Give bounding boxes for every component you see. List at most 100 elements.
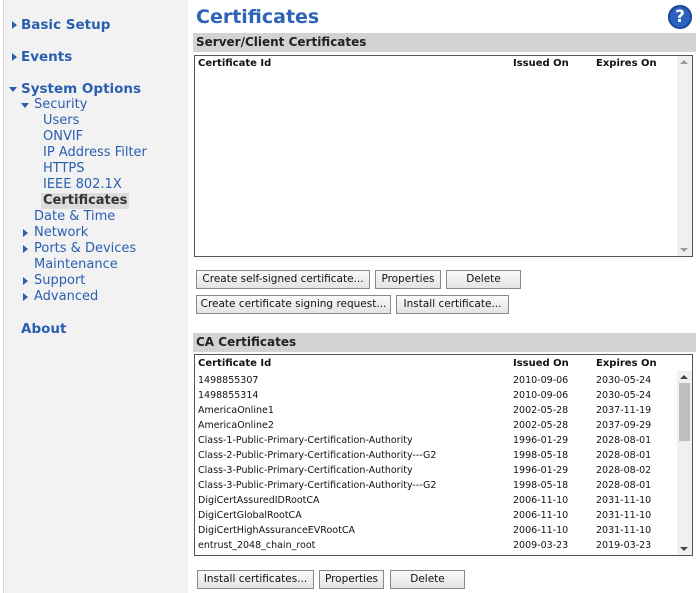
cell-id: Class-1-Public-Primary-Certification-Aut… [198, 435, 413, 446]
collapse-arrow-icon[interactable] [9, 87, 17, 92]
expand-arrow-icon[interactable] [12, 21, 17, 29]
nav-ieee-8021x[interactable]: IEEE 802.1X [43, 177, 122, 193]
table-row[interactable]: AmericaOnline2 2002-05-28 2037-09-29 [195, 418, 675, 433]
cell-issued: 1998-05-18 [513, 450, 569, 461]
nav-maintenance[interactable]: Maintenance [34, 257, 118, 273]
install-certificate-button[interactable]: Install certificate... [396, 295, 509, 314]
table-row[interactable]: DigiCertAssuredIDRootCA 2006-11-10 2031-11… [195, 493, 675, 508]
cell-expires: 2037-09-29 [596, 420, 652, 431]
table-row[interactable]: Class-2-Public-Primary-Certification-Aut… [195, 448, 675, 463]
cell-issued: 2010-09-06 [513, 375, 569, 386]
sidebar-nav: Basic Setup Events System Options Securi… [3, 0, 188, 593]
table-row[interactable]: 1498855307 2010-09-06 2030-05-24 [195, 373, 675, 388]
nav-system-options[interactable]: System Options [21, 81, 141, 97]
cell-expires: 2030-05-24 [596, 375, 652, 386]
expand-arrow-icon[interactable] [23, 277, 28, 285]
scroll-up-icon[interactable] [680, 375, 688, 379]
vertical-scrollbar[interactable] [677, 56, 692, 256]
nav-https[interactable]: HTTPS [43, 161, 85, 177]
cell-issued: 1996-01-29 [513, 435, 569, 446]
nav-users[interactable]: Users [43, 113, 79, 129]
expand-arrow-icon[interactable] [23, 293, 28, 301]
ca-delete-button[interactable]: Delete [390, 570, 465, 589]
table-row[interactable]: Class-3-Public-Primary-Certification-Aut… [195, 478, 675, 493]
vertical-scrollbar[interactable] [677, 371, 692, 555]
nav-about[interactable]: About [21, 321, 66, 337]
expand-arrow-icon[interactable] [12, 53, 17, 61]
server-properties-button[interactable]: Properties [375, 270, 441, 289]
column-expires-on[interactable]: Expires On [596, 58, 657, 69]
cell-id: 1498855307 [198, 375, 259, 386]
ca-section-header: CA Certificates [193, 333, 696, 352]
nav-certificates[interactable]: Certificates [41, 193, 130, 209]
cell-expires: 2028-08-01 [596, 450, 652, 461]
cell-expires: 2030-05-24 [596, 390, 652, 401]
cell-id: DigiCertGlobalRootCA [198, 510, 302, 521]
list-header: Certificate Id Issued On Expires On [195, 355, 692, 370]
server-client-certificate-list[interactable]: Certificate Id Issued On Expires On [194, 55, 693, 257]
cell-issued: 1996-01-29 [513, 465, 569, 476]
nav-ip-address-filter[interactable]: IP Address Filter [43, 145, 147, 161]
cell-issued: 2009-03-23 [513, 540, 569, 551]
cell-issued: 2010-09-06 [513, 390, 569, 401]
ca-properties-button[interactable]: Properties [319, 570, 384, 589]
cell-issued: 2002-05-28 [513, 420, 569, 431]
cell-expires: 2019-03-23 [596, 540, 652, 551]
cell-id: DigiCertAssuredIDRootCA [198, 495, 320, 506]
table-row[interactable]: 1498855314 2010-09-06 2030-05-24 [195, 388, 675, 403]
nav-advanced[interactable]: Advanced [34, 289, 98, 305]
page-title: Certificates [196, 6, 320, 28]
ca-certificate-list[interactable]: Certificate Id Issued On Expires On 1498… [194, 354, 693, 556]
table-row[interactable]: DigiCertHighAssuranceEVRootCA 2006-11-10 2… [195, 523, 675, 538]
expand-arrow-icon[interactable] [23, 229, 28, 237]
column-expires-on[interactable]: Expires On [596, 358, 657, 369]
nav-support[interactable]: Support [34, 273, 85, 289]
scroll-down-icon[interactable] [680, 547, 688, 551]
nav-events[interactable]: Events [21, 49, 72, 65]
cell-expires: 2028-08-02 [596, 465, 652, 476]
table-row[interactable]: AmericaOnline1 2002-05-28 2037-11-19 [195, 403, 675, 418]
nav-security[interactable]: Security [34, 97, 87, 113]
column-issued-on[interactable]: Issued On [513, 58, 569, 69]
cell-id: DigiCertHighAssuranceEVRootCA [198, 525, 355, 536]
cell-id: Class-2-Public-Primary-Certification-Aut… [198, 450, 437, 461]
nav-network[interactable]: Network [34, 225, 88, 241]
cell-issued: 2006-11-10 [513, 495, 569, 506]
cell-id: entrust_2048_chain_root [198, 540, 316, 551]
create-csr-button[interactable]: Create certificate signing request... [196, 295, 391, 314]
expand-arrow-icon[interactable] [23, 245, 28, 253]
cell-expires: 2037-11-19 [596, 405, 652, 416]
collapse-arrow-icon[interactable] [21, 103, 29, 108]
install-certificates-button[interactable]: Install certificates... [197, 570, 314, 589]
create-self-signed-certificate-button[interactable]: Create self-signed certificate... [196, 270, 370, 289]
nav-date-time[interactable]: Date & Time [34, 209, 115, 225]
nav-onvif[interactable]: ONVIF [43, 129, 83, 145]
cell-id: AmericaOnline1 [198, 405, 274, 416]
table-row[interactable]: DigiCertGlobalRootCA 2006-11-10 2031-11-10 [195, 508, 675, 523]
cell-id: 1498855314 [198, 390, 259, 401]
nav-ports-devices[interactable]: Ports & Devices [34, 241, 136, 257]
cell-issued: 2006-11-10 [513, 525, 569, 536]
scroll-up-icon[interactable] [680, 60, 688, 64]
table-row[interactable]: entrust_2048_chain_root 2009-03-23 2019-03… [195, 538, 675, 553]
column-certificate-id[interactable]: Certificate Id [198, 58, 271, 69]
scrollbar-thumb[interactable] [679, 383, 690, 441]
cell-expires: 2028-08-01 [596, 480, 652, 491]
table-row[interactable]: Class-3-Public-Primary-Certification-Aut… [195, 463, 675, 478]
cell-id: AmericaOnline2 [198, 420, 274, 431]
column-issued-on[interactable]: Issued On [513, 358, 569, 369]
server-client-section-header: Server/Client Certificates [193, 33, 696, 52]
cell-expires: 2031-11-10 [596, 495, 652, 506]
cell-issued: 2002-05-28 [513, 405, 569, 416]
cell-id: Class-3-Public-Primary-Certification-Aut… [198, 465, 413, 476]
nav-basic-setup[interactable]: Basic Setup [21, 17, 110, 33]
cell-expires: 2031-11-10 [596, 525, 652, 536]
column-certificate-id[interactable]: Certificate Id [198, 358, 271, 369]
cell-issued: 1998-05-18 [513, 480, 569, 491]
server-delete-button[interactable]: Delete [446, 270, 521, 289]
help-icon[interactable]: ? [668, 5, 692, 29]
table-row[interactable]: Class-1-Public-Primary-Certification-Aut… [195, 433, 675, 448]
cell-id: Class-3-Public-Primary-Certification-Aut… [198, 480, 437, 491]
scroll-down-icon[interactable] [680, 248, 688, 252]
list-header: Certificate Id Issued On Expires On [195, 56, 692, 71]
